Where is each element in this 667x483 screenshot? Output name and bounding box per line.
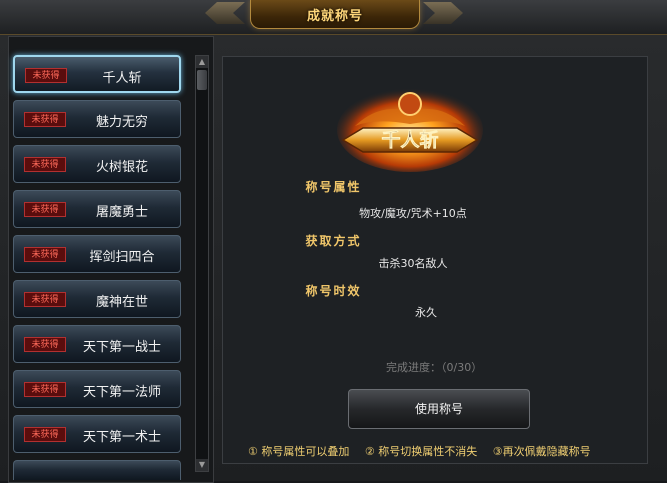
window-title: 成就称号: [306, 8, 363, 24]
obtain-value: 击杀30名敌人: [378, 257, 448, 270]
list-item-mage[interactable]: 未获得 天下第一法师: [13, 370, 181, 408]
note-stackable: ① 称号属性可以叠加: [248, 445, 350, 458]
duration-heading: 称号时效: [305, 284, 362, 298]
attr-heading: 称号属性: [305, 180, 362, 194]
list-item-warlock[interactable]: 未获得 天下第一术士: [13, 415, 181, 453]
list-item-label: 天下第一术士: [82, 430, 161, 445]
notes-bar: ① 称号属性可以叠加 ② 称号切换属性不消失 ③再次佩戴隐藏称号: [248, 443, 603, 459]
status-badge: 未获得: [24, 427, 66, 442]
list-item-label: 千人斩: [102, 71, 142, 86]
title-emblem-icon: 千人斩: [337, 88, 483, 172]
ornament-left-icon: [205, 2, 245, 24]
list-item-label: 魅力无穷: [95, 115, 148, 130]
use-title-button[interactable]: 使用称号: [348, 389, 530, 429]
list-item-label: 天下第一法师: [82, 385, 161, 400]
title-bar: 成就称号: [0, 0, 667, 35]
note-hidden-title: ③再次佩戴隐藏称号: [492, 445, 591, 458]
status-badge: 未获得: [24, 337, 66, 352]
status-badge: 未获得: [25, 68, 67, 83]
list-item-qianrenzhan[interactable]: 未获得 千人斩: [13, 55, 181, 93]
status-badge: 未获得: [24, 157, 66, 172]
attr-value: 物攻/魔攻/咒术+10点: [359, 207, 467, 220]
title-plate: 成就称号: [250, 0, 420, 29]
progress-text: 完成进度：（0/30）: [386, 361, 483, 374]
list-item-meiliwuqiong[interactable]: 未获得 魅力无穷: [13, 100, 181, 138]
scroll-up-icon[interactable]: ▲: [196, 56, 208, 68]
status-badge: 未获得: [24, 382, 66, 397]
obtain-heading: 获取方式: [305, 234, 362, 248]
scroll-down-icon[interactable]: ▼: [196, 459, 208, 471]
status-badge: 未获得: [24, 112, 66, 127]
list-item-label: 天下第一战士: [82, 340, 161, 355]
list-item-warrior[interactable]: 未获得 天下第一战士: [13, 325, 181, 363]
note-switch-keep: ② 称号切换属性不消失: [364, 445, 478, 458]
ornament-right-icon: [423, 2, 463, 24]
list-item-label: 火树银花: [95, 160, 148, 175]
scroll-thumb[interactable]: [197, 70, 207, 90]
list-item-partial[interactable]: [13, 460, 181, 480]
duration-value: 永久: [415, 306, 437, 319]
emblem-title-text: 千人斩: [381, 128, 438, 151]
